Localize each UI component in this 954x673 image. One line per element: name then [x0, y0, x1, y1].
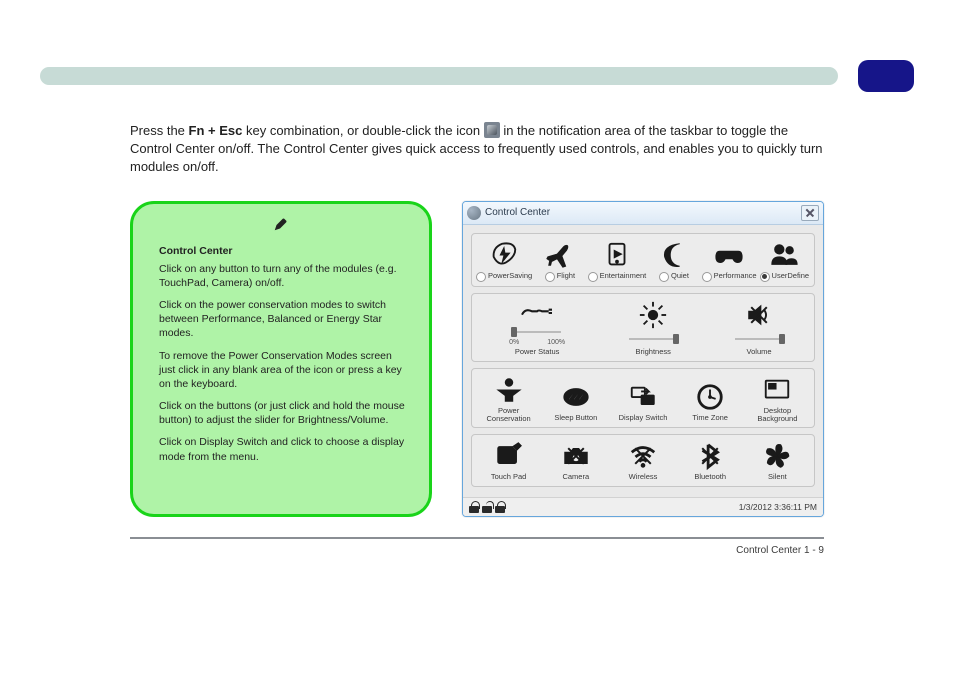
footer-divider — [130, 537, 824, 539]
volume-slider[interactable] — [731, 334, 787, 344]
mode-userdefine[interactable]: UserDefine — [759, 238, 810, 284]
ps-legend: 0% 100% — [507, 339, 567, 346]
bluetooth-button[interactable]: Bluetooth — [678, 439, 743, 484]
cc-settings-row: Power Conservation ZZZ Sleep Button — [471, 368, 815, 429]
num-lock-icon — [482, 501, 492, 513]
mode-performance[interactable]: Performance — [702, 238, 757, 284]
plug-icon — [520, 303, 554, 323]
note-p2a: Click on the buttons (or just click and … — [159, 399, 411, 427]
radio-icon — [659, 272, 669, 282]
section-header — [40, 60, 914, 92]
power-status-group: 0% 100% Power Status — [476, 301, 598, 359]
cc-app-icon — [467, 206, 481, 220]
display-switch-icon — [628, 382, 658, 412]
taskbar-control-center-icon — [484, 122, 500, 138]
brightness-icon — [638, 300, 668, 330]
leaf-bolt-icon — [489, 240, 519, 270]
note-box: Control Center Click on any button to tu… — [130, 201, 432, 518]
wifi-disabled-icon — [628, 441, 658, 471]
header-badge — [858, 60, 914, 92]
content-row: Control Center Click on any button to tu… — [130, 201, 824, 518]
power-conservation-button[interactable]: Power Conservation — [476, 373, 541, 426]
radio-icon — [545, 272, 555, 282]
time-zone-button[interactable]: Time Zone — [678, 373, 743, 426]
close-button[interactable] — [801, 205, 819, 221]
intro-keys: Fn + Esc — [189, 123, 243, 138]
zzz-icon: ZZZ — [561, 382, 591, 412]
brightness-slider[interactable] — [625, 334, 681, 344]
camera-disabled-icon — [561, 441, 591, 471]
note-title: Control Center — [159, 244, 411, 258]
header-bar — [40, 67, 838, 85]
media-player-icon — [602, 240, 632, 270]
sleep-button[interactable]: ZZZ Sleep Button — [543, 373, 608, 426]
pen-icon — [273, 218, 287, 232]
note-p2b: Click on Display Switch and click to cho… — [159, 435, 411, 463]
cc-modes-row: PowerSaving Flight Enterta — [471, 233, 815, 287]
document-page: Press the Fn + Esc key combination, or d… — [0, 0, 954, 564]
volume-group: Volume — [708, 298, 810, 359]
cc-toggles-row: Touch Pad Camera — [471, 434, 815, 487]
users-icon — [769, 240, 799, 270]
cc-title: Control Center — [485, 207, 801, 218]
desktop-background-button[interactable]: Desktop Background — [745, 373, 810, 426]
cc-body: PowerSaving Flight Enterta — [463, 225, 823, 498]
brightness-group: Brightness — [602, 298, 704, 359]
fan-icon — [762, 441, 792, 471]
touchpad-icon — [494, 441, 524, 471]
display-switch-button[interactable]: Display Switch — [610, 373, 675, 426]
mode-quiet[interactable]: Quiet — [648, 238, 699, 284]
intro-paragraph: Press the Fn + Esc key combination, or d… — [130, 122, 824, 177]
volume-mute-icon — [744, 300, 774, 330]
radio-icon — [476, 272, 486, 282]
radio-icon — [702, 272, 712, 282]
gamepad-icon — [714, 240, 744, 270]
power-status-slider[interactable] — [509, 327, 565, 337]
silent-button[interactable]: Silent — [745, 439, 810, 484]
svg-text:ZZZ: ZZZ — [568, 392, 583, 402]
mode-entertainment[interactable]: Entertainment — [588, 238, 647, 284]
scroll-lock-icon — [495, 501, 505, 513]
moon-icon — [659, 240, 689, 270]
cc-timestamp: 1/3/2012 3:36:11 PM — [739, 502, 817, 512]
intro-mid: key combination, or double-click the ico… — [242, 123, 483, 138]
control-center-window: Control Center PowerSaving — [462, 201, 824, 518]
mode-powersaving[interactable]: PowerSaving — [476, 238, 532, 284]
cc-statusbar: 1/3/2012 3:36:11 PM — [463, 497, 823, 516]
note-p1a: Click on any button to turn any of the m… — [159, 262, 411, 290]
radio-icon — [760, 272, 770, 282]
touchpad-button[interactable]: Touch Pad — [476, 439, 541, 484]
caps-lock-icon — [469, 501, 479, 513]
energy-person-icon — [494, 375, 524, 405]
cc-titlebar[interactable]: Control Center — [463, 202, 823, 225]
airplane-icon — [545, 240, 575, 270]
picture-icon — [762, 375, 792, 405]
cc-sliders-row: 0% 100% Power Status — [471, 293, 815, 362]
camera-button[interactable]: Camera — [543, 439, 608, 484]
mode-flight[interactable]: Flight — [534, 238, 585, 284]
bluetooth-disabled-icon — [695, 441, 725, 471]
wireless-button[interactable]: Wireless — [610, 439, 675, 484]
radio-icon — [588, 272, 598, 282]
clock-icon — [695, 382, 725, 412]
note-p1c: To remove the Power Conservation Modes s… — [159, 349, 411, 392]
footer-right: Control Center 1 - 9 — [40, 545, 824, 556]
intro-pre: Press the — [130, 123, 189, 138]
note-p1b: Click on the power conservation modes to… — [159, 298, 411, 341]
